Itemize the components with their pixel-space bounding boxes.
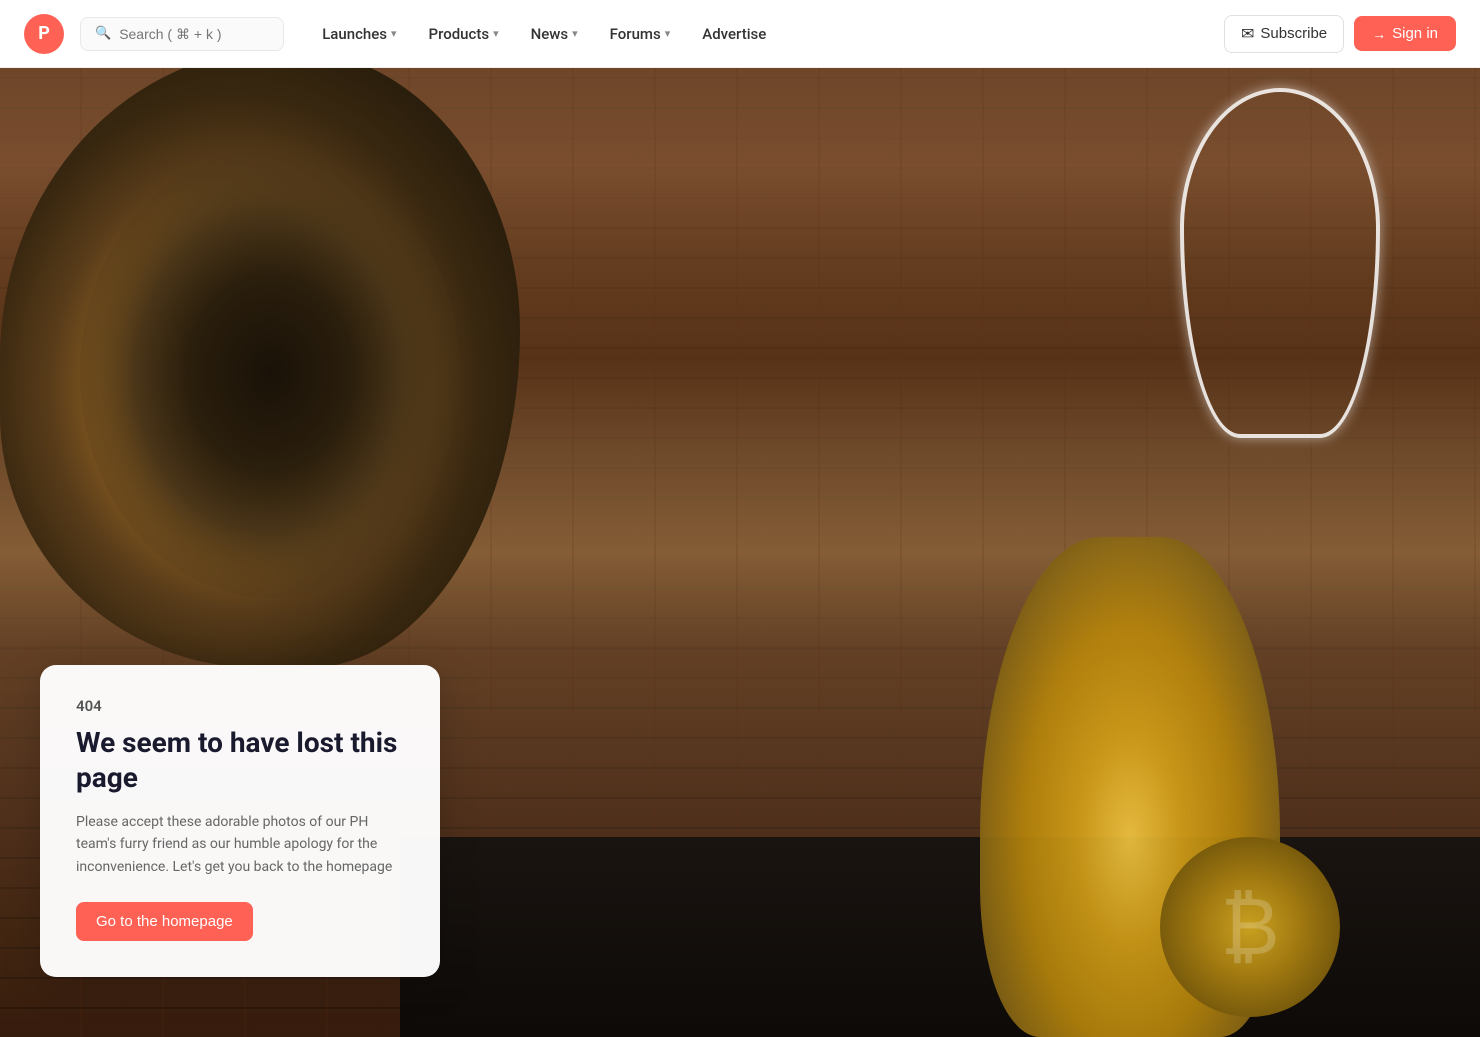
hero-section: ₿ 404 We seem to have lost this page Ple… bbox=[0, 68, 1480, 1037]
error-card: 404 We seem to have lost this page Pleas… bbox=[40, 665, 440, 977]
search-box[interactable]: 🔍 bbox=[80, 17, 284, 51]
nav-links: Launches ▾ Products ▾ News ▾ Forums ▾ Ad… bbox=[308, 17, 1216, 51]
nav-item-forums[interactable]: Forums ▾ bbox=[596, 17, 685, 51]
bitcoin-coin: ₿ bbox=[1160, 837, 1340, 1017]
nav-right: ✉ Subscribe → Sign in bbox=[1224, 15, 1456, 53]
search-icon: 🔍 bbox=[95, 26, 111, 41]
subscribe-icon: ✉ bbox=[1241, 24, 1254, 44]
subscribe-button[interactable]: ✉ Subscribe bbox=[1224, 15, 1344, 53]
error-description: Please accept these adorable photos of o… bbox=[76, 811, 404, 878]
nav-item-news[interactable]: News ▾ bbox=[517, 17, 592, 51]
signin-icon: → bbox=[1372, 26, 1386, 42]
neon-sculpture bbox=[1180, 88, 1380, 438]
dog-silhouette bbox=[0, 68, 520, 668]
dog-dark-patch bbox=[80, 148, 460, 598]
nav-item-products[interactable]: Products ▾ bbox=[415, 17, 513, 51]
search-input[interactable] bbox=[119, 26, 269, 42]
logo[interactable]: P bbox=[24, 14, 64, 54]
navigation: P 🔍 Launches ▾ Products ▾ News ▾ Forums … bbox=[0, 0, 1480, 68]
nav-item-launches[interactable]: Launches ▾ bbox=[308, 17, 410, 51]
chevron-down-icon: ▾ bbox=[391, 27, 397, 40]
hero-background: ₿ 404 We seem to have lost this page Ple… bbox=[0, 68, 1480, 1037]
go-to-homepage-button[interactable]: Go to the homepage bbox=[76, 902, 253, 941]
chevron-down-icon: ▾ bbox=[493, 27, 499, 40]
chevron-down-icon: ▾ bbox=[665, 27, 671, 40]
signin-button[interactable]: → Sign in bbox=[1354, 16, 1456, 51]
nav-item-advertise[interactable]: Advertise bbox=[688, 17, 780, 51]
chevron-down-icon: ▾ bbox=[572, 27, 578, 40]
error-title: We seem to have lost this page bbox=[76, 725, 404, 795]
error-code: 404 bbox=[76, 697, 404, 715]
